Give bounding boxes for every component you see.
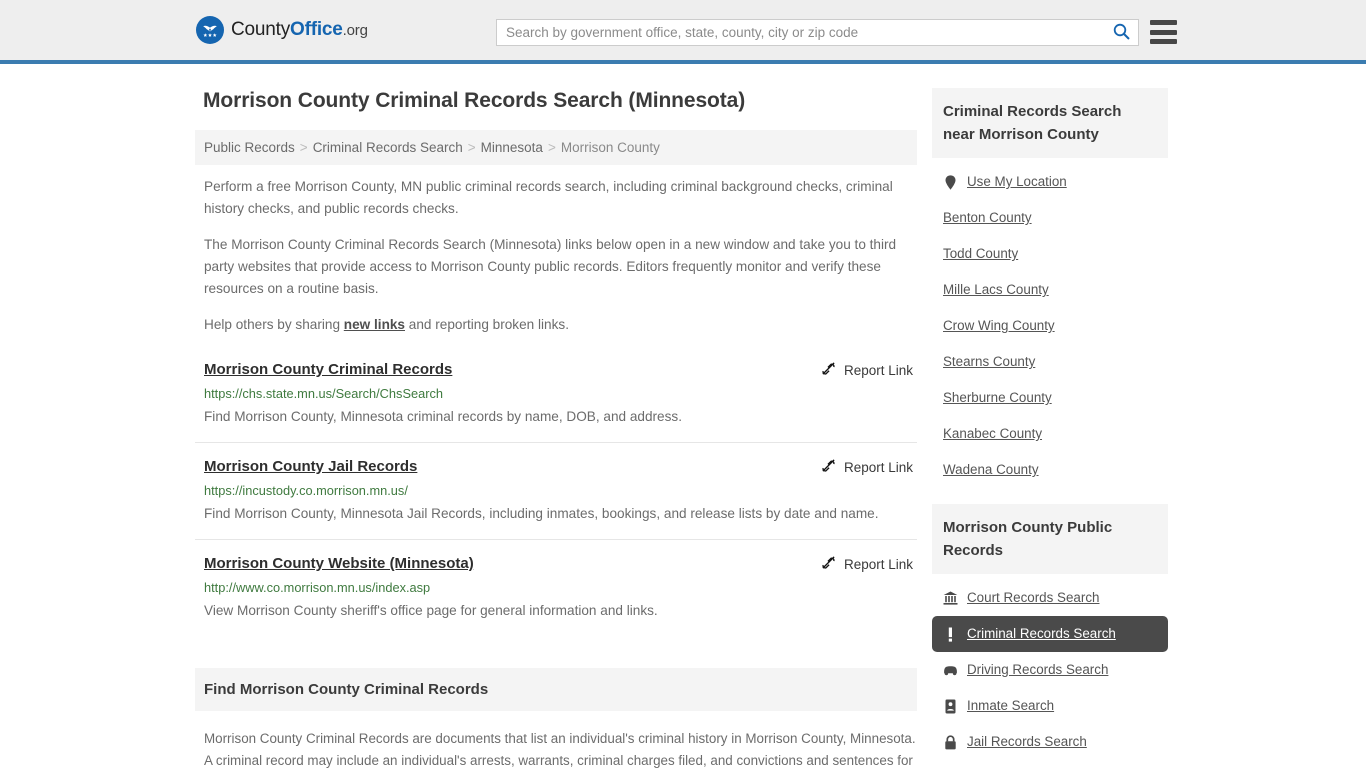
sidebar-item-benton-county[interactable]: Benton County (932, 200, 1168, 236)
sidebar-item-label: Wadena County (943, 462, 1039, 477)
sidebar-item-use-my-location[interactable]: Use My Location (932, 164, 1168, 200)
record-link-url: https://chs.state.mn.us/Search/ChsSearch (204, 386, 443, 401)
car-icon (943, 665, 958, 676)
broken-link-icon (821, 555, 836, 573)
report-link-label: Report Link (843, 556, 913, 572)
records-link-list: Morrison County Criminal Records Report … (195, 354, 917, 636)
hamburger-menu-icon[interactable] (1150, 20, 1177, 44)
report-link-label: Report Link (843, 362, 913, 378)
record-link-description: Find Morrison County, Minnesota Jail Rec… (204, 506, 879, 521)
public-records-widget: Morrison County Public Records Court Rec… (932, 504, 1168, 762)
nearby-counties-heading: Criminal Records Search near Morrison Co… (932, 88, 1168, 158)
breadcrumb-separator: > (547, 140, 556, 155)
sidebar-item-kanabec-county[interactable]: Kanabec County (932, 416, 1168, 452)
search-icon (1113, 23, 1130, 43)
section-body-text: Morrison County Criminal Records are doc… (204, 731, 916, 768)
search-bar (496, 19, 1139, 46)
sidebar-item-label: Stearns County (943, 354, 1036, 369)
sidebar-item-label: Driving Records Search (967, 662, 1109, 677)
sidebar-item-label: Inmate Search (967, 698, 1055, 713)
new-links-link[interactable]: new links (344, 317, 405, 332)
record-link-title[interactable]: Morrison County Criminal Records (204, 360, 452, 380)
exclamation-icon (943, 627, 958, 642)
breadcrumb-item-minnesota[interactable]: Minnesota (481, 140, 543, 155)
id-card-icon (943, 699, 958, 714)
report-link-button[interactable]: Report Link (821, 554, 913, 573)
report-link-label: Report Link (843, 459, 913, 475)
sidebar-item-stearns-county[interactable]: Stearns County (932, 344, 1168, 380)
sidebar-item-jail-records-search[interactable]: Jail Records Search (932, 724, 1168, 760)
sidebar-item-label: Court Records Search (967, 590, 1100, 605)
hamburger-bar-3 (1150, 39, 1177, 44)
public-records-heading: Morrison County Public Records (932, 504, 1168, 574)
report-link-button[interactable]: Report Link (821, 457, 913, 476)
logo-text-office: Office (290, 19, 343, 40)
hamburger-bar-2 (1150, 29, 1177, 35)
search-input[interactable] (497, 20, 1104, 45)
main-content: Morrison County Criminal Records Search … (195, 88, 917, 768)
sidebar-item-label: Todd County (943, 246, 1019, 261)
site-logo[interactable]: CountyOffice.org (196, 16, 368, 44)
sidebar-item-label: Benton County (943, 210, 1032, 225)
intro-text: Perform a free Morrison County, MN publi… (195, 176, 917, 336)
sidebar-item-inmate-search[interactable]: Inmate Search (932, 688, 1168, 724)
map-pin-icon (943, 174, 958, 190)
intro-paragraph-1: Perform a free Morrison County, MN publi… (204, 179, 893, 216)
sidebar-item-todd-county[interactable]: Todd County (932, 236, 1168, 272)
logo-wordmark: CountyOffice.org (231, 19, 368, 41)
sidebar-item-label: Criminal Records Search (967, 626, 1116, 641)
broken-link-icon (821, 361, 836, 379)
sidebar-item-wadena-county[interactable]: Wadena County (932, 452, 1168, 488)
share-suffix: and reporting broken links. (405, 317, 569, 332)
sidebar: Criminal Records Search near Morrison Co… (932, 88, 1168, 768)
breadcrumb-separator: > (299, 140, 308, 155)
breadcrumb: Public Records > Criminal Records Search > M… (195, 130, 917, 165)
list-item: Morrison County Criminal Records Report … (195, 354, 917, 442)
lock-icon (943, 734, 958, 750)
sidebar-item-label: Mille Lacs County (943, 282, 1049, 297)
nearby-counties-widget: Criminal Records Search near Morrison Co… (932, 88, 1168, 490)
breadcrumb-item-morrison-county[interactable]: Morrison County (561, 140, 660, 155)
broken-link-icon (821, 458, 836, 476)
logo-text-county: County (231, 19, 291, 40)
section-heading: Find Morrison County Criminal Records (195, 668, 917, 711)
breadcrumb-item-criminal-records-search[interactable]: Criminal Records Search (313, 140, 463, 155)
site-header: CountyOffice.org (0, 0, 1366, 64)
share-links-paragraph: Help others by sharing new links and rep… (204, 314, 917, 336)
sidebar-item-label: Sherburne County (943, 390, 1052, 405)
sidebar-item-court-records-search[interactable]: Court Records Search (932, 580, 1168, 616)
sidebar-item-driving-records-search[interactable]: Driving Records Search (932, 652, 1168, 688)
record-link-description: View Morrison County sheriff's office pa… (204, 603, 658, 618)
search-button[interactable] (1104, 20, 1138, 45)
record-link-description: Find Morrison County, Minnesota criminal… (204, 409, 682, 424)
intro-paragraph-2: The Morrison County Criminal Records Sea… (204, 237, 897, 296)
page-title: Morrison County Criminal Records Search … (203, 89, 746, 112)
sidebar-item-label: Jail Records Search (967, 734, 1087, 749)
eagle-shield-icon (196, 16, 224, 44)
sidebar-item-criminal-records-search[interactable]: Criminal Records Search (932, 616, 1168, 652)
logo-text-tld: .org (342, 22, 368, 39)
courthouse-icon (943, 591, 958, 605)
find-records-section: Find Morrison County Criminal Records Mo… (195, 668, 917, 768)
page-body: Morrison County Criminal Records Search … (0, 64, 1366, 768)
record-link-title[interactable]: Morrison County Website (Minnesota) (204, 554, 474, 574)
report-link-button[interactable]: Report Link (821, 360, 913, 379)
list-item: Morrison County Website (Minnesota) Repo… (195, 539, 917, 636)
share-prefix: Help others by sharing (204, 317, 344, 332)
breadcrumb-item-public-records[interactable]: Public Records (204, 140, 295, 155)
record-link-url: http://www.co.morrison.mn.us/index.asp (204, 580, 431, 595)
sidebar-item-sherburne-county[interactable]: Sherburne County (932, 380, 1168, 416)
sidebar-item-label: Kanabec County (943, 426, 1043, 441)
breadcrumb-separator: > (467, 140, 476, 155)
record-link-title[interactable]: Morrison County Jail Records (204, 457, 417, 477)
sidebar-item-label: Use My Location (967, 174, 1067, 189)
hamburger-bar-1 (1150, 20, 1177, 25)
record-link-url: https://incustody.co.morrison.mn.us/ (204, 483, 408, 498)
sidebar-item-crow-wing-county[interactable]: Crow Wing County (932, 308, 1168, 344)
sidebar-item-label: Crow Wing County (943, 318, 1055, 333)
list-item: Morrison County Jail Records Report Link (195, 442, 917, 539)
sidebar-item-mille-lacs-county[interactable]: Mille Lacs County (932, 272, 1168, 308)
